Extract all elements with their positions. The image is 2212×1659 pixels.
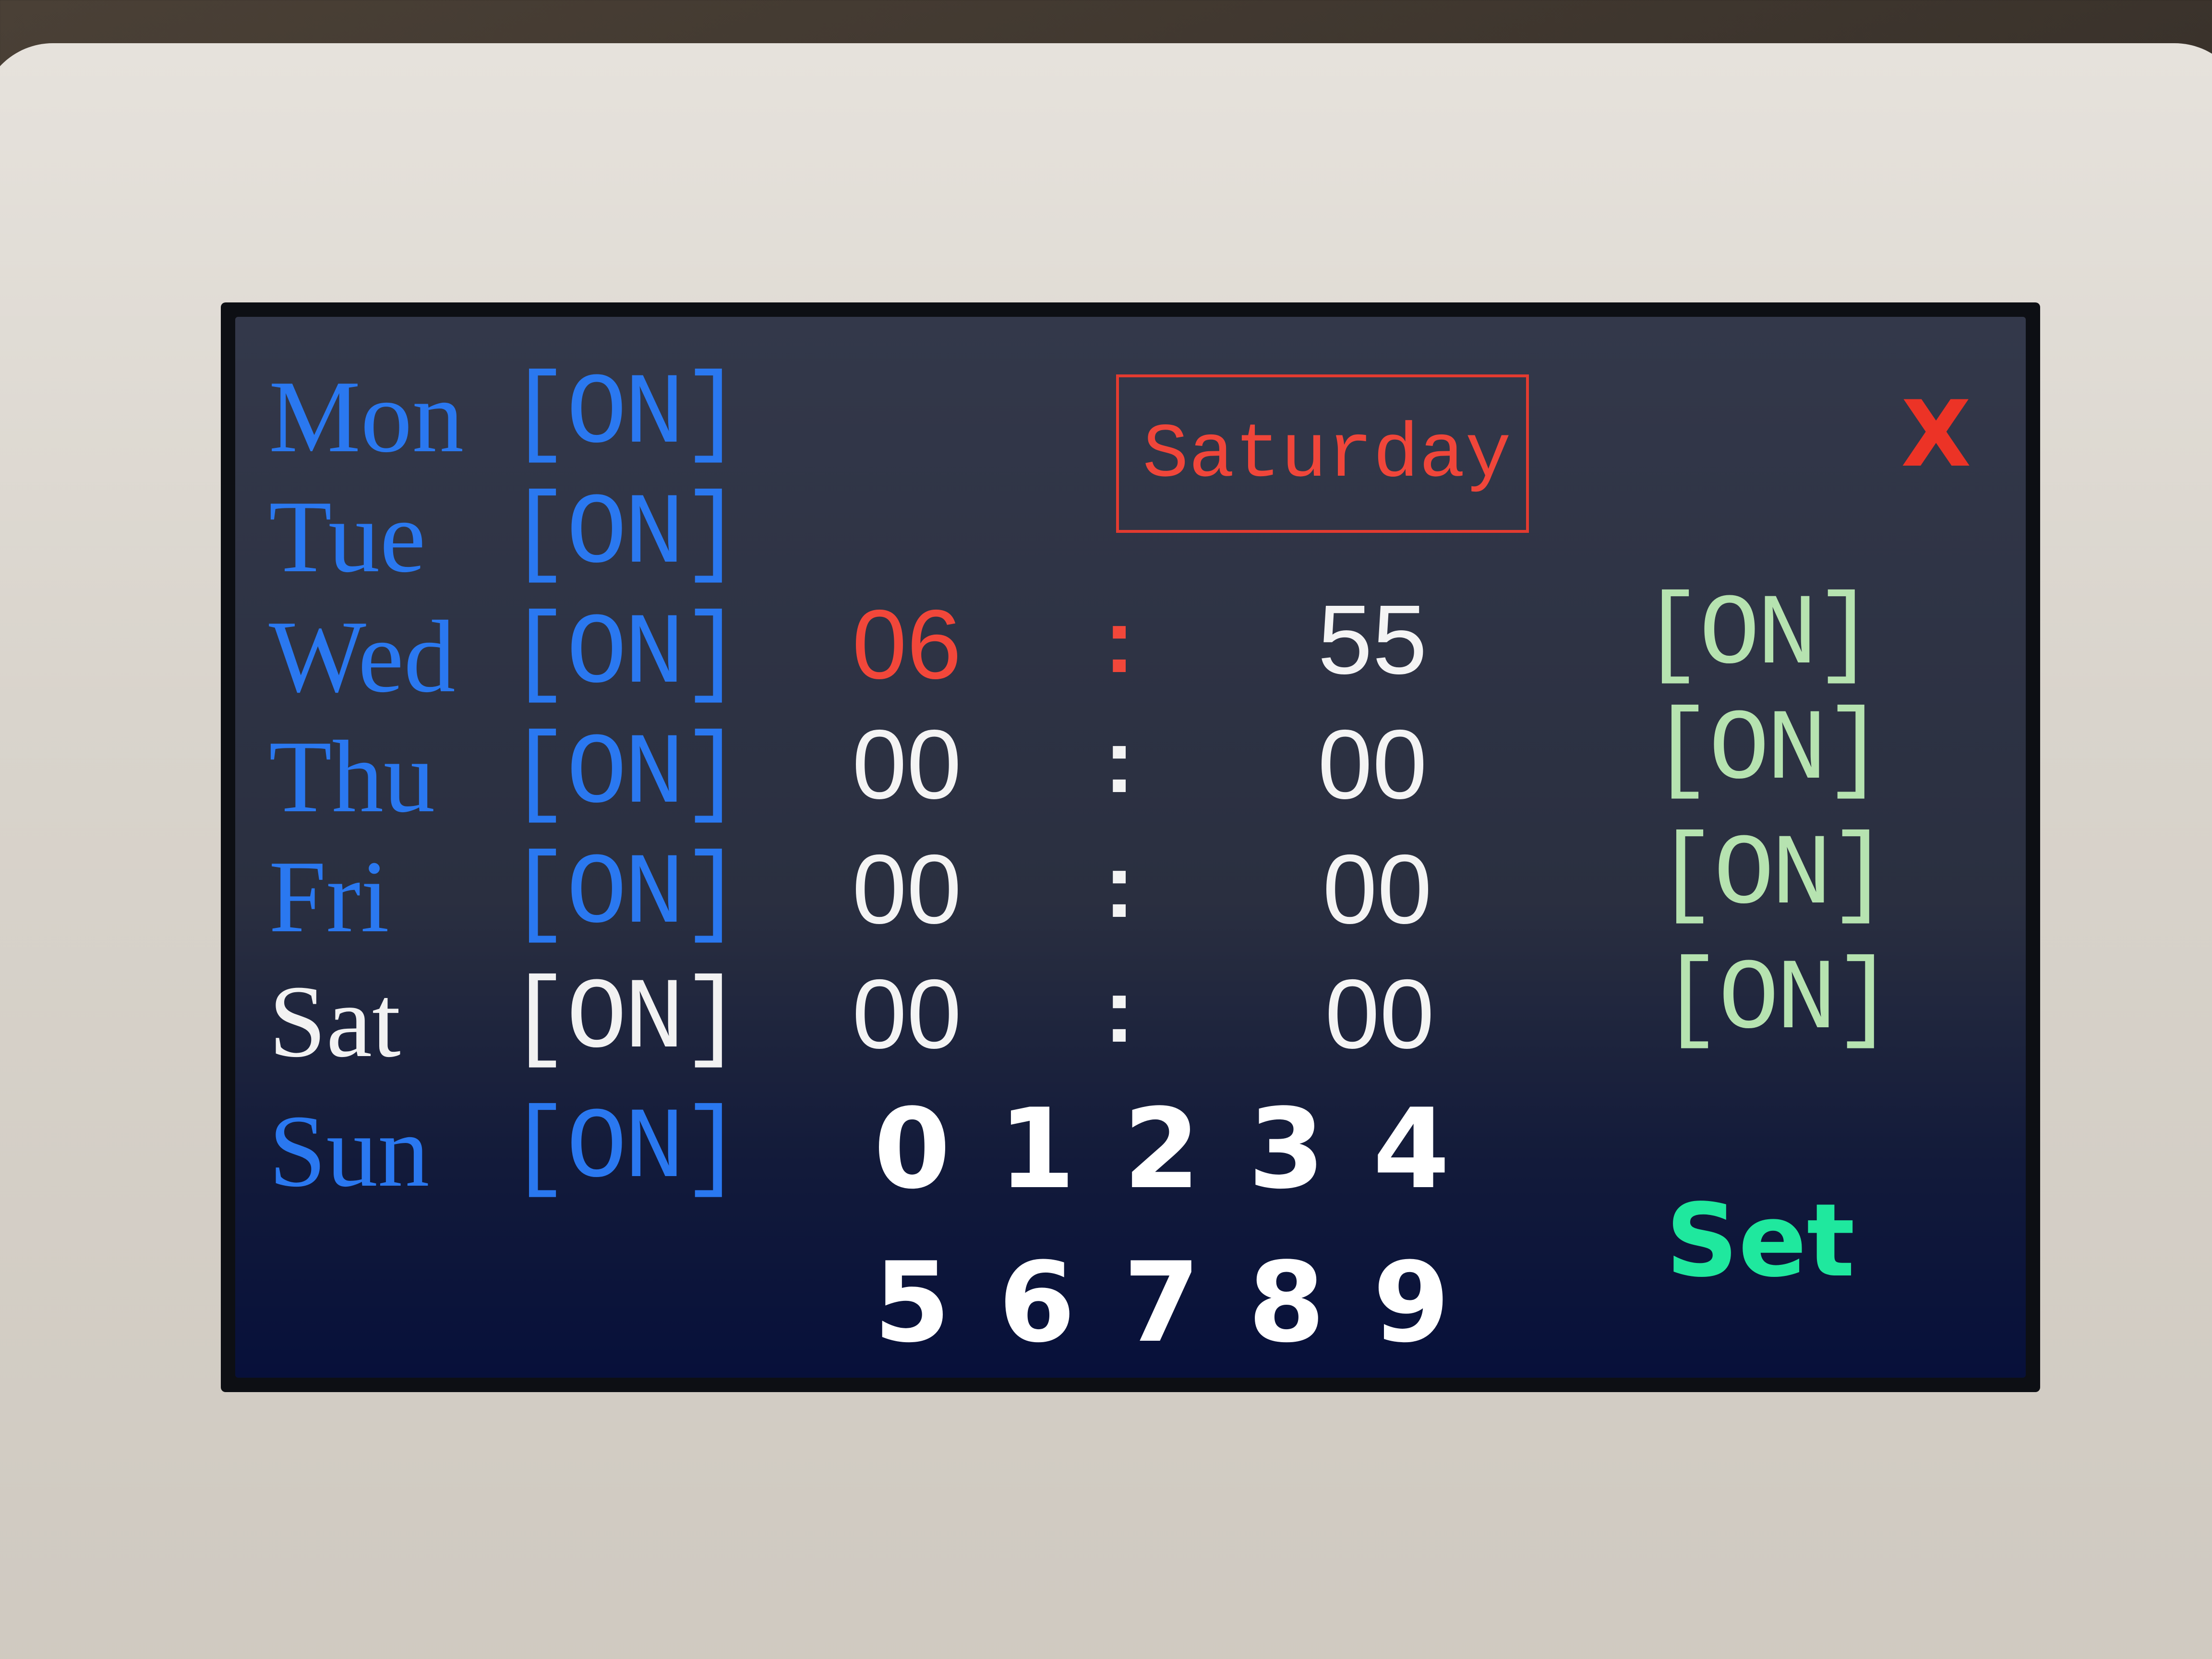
alarm-2-toggle[interactable]: [ON]	[1651, 701, 1885, 802]
alarm-2-separator: :	[1104, 710, 1135, 812]
current-day-label: Saturday	[1142, 412, 1512, 499]
day-label-sat[interactable]: Sat	[269, 970, 401, 1073]
day-label-fri[interactable]: Fri	[269, 845, 389, 948]
day-toggle-thu[interactable]: [ON]	[509, 725, 742, 826]
alarm-1-toggle[interactable]: [ON]	[1642, 586, 1875, 686]
day-label-wed[interactable]: Wed	[269, 605, 456, 708]
keypad-key-3[interactable]: 3	[1248, 1094, 1325, 1205]
day-toggle-fri[interactable]: [ON]	[509, 845, 742, 946]
keypad-key-8[interactable]: 8	[1248, 1248, 1325, 1358]
keypad-key-1[interactable]: 1	[998, 1094, 1075, 1205]
alarm-4-toggle[interactable]: [ON]	[1661, 950, 1894, 1051]
day-label-mon[interactable]: Mon	[269, 365, 464, 468]
day-label-thu[interactable]: Thu	[269, 725, 435, 828]
alarm-2-hour[interactable]: 00	[852, 715, 962, 814]
alarm-2-minute[interactable]: 00	[1318, 715, 1427, 814]
alarm-1-separator: :	[1104, 590, 1135, 692]
set-button[interactable]: Set	[1666, 1190, 1855, 1291]
day-toggle-sun[interactable]: [ON]	[509, 1099, 742, 1200]
touch-screen: Mon [ON] Tue [ON] Wed [ON] Thu [ON] Fri …	[235, 317, 2026, 1378]
alarm-3-hour[interactable]: 00	[852, 840, 962, 938]
keypad-key-6[interactable]: 6	[998, 1248, 1075, 1358]
alarm-4-hour[interactable]: 00	[852, 965, 962, 1063]
day-label-tue[interactable]: Tue	[269, 485, 426, 588]
day-toggle-wed[interactable]: [ON]	[509, 605, 742, 706]
alarm-1-hour[interactable]: 06	[852, 595, 962, 694]
keypad-key-5[interactable]: 5	[874, 1248, 950, 1358]
day-toggle-sat[interactable]: [ON]	[509, 970, 742, 1070]
alarm-3-toggle[interactable]: [ON]	[1656, 826, 1889, 926]
keypad-key-0[interactable]: 0	[874, 1094, 950, 1205]
day-toggle-tue[interactable]: [ON]	[509, 485, 742, 586]
day-label-sun[interactable]: Sun	[269, 1099, 430, 1202]
alarm-3-separator: :	[1104, 835, 1135, 937]
keypad-key-4[interactable]: 4	[1373, 1094, 1450, 1205]
alarm-4-separator: :	[1104, 960, 1135, 1061]
alarm-3-minute[interactable]: 00	[1322, 840, 1432, 938]
day-toggle-mon[interactable]: [ON]	[509, 365, 742, 466]
close-button[interactable]: X	[1901, 389, 1972, 480]
keypad-key-7[interactable]: 7	[1123, 1248, 1200, 1358]
keypad-key-9[interactable]: 9	[1373, 1248, 1450, 1358]
keypad-key-2[interactable]: 2	[1123, 1094, 1200, 1205]
alarm-1-minute[interactable]: 55	[1318, 590, 1427, 689]
alarm-4-minute[interactable]: 00	[1325, 965, 1434, 1063]
